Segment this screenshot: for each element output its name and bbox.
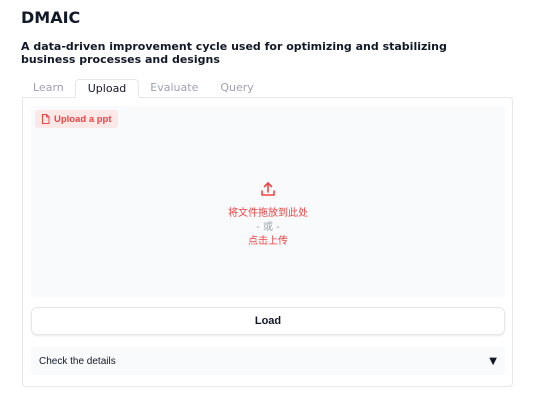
details-label: Check the details xyxy=(39,355,116,367)
app-subtitle: A data-driven improvement cycle used for… xyxy=(21,40,447,66)
upload-ppt-label: Upload a ppt xyxy=(54,113,112,125)
tab-learn[interactable]: Learn xyxy=(22,79,75,98)
upload-icon xyxy=(260,181,276,201)
click-to-upload-link[interactable]: 点击上传 xyxy=(248,235,288,249)
load-button[interactable]: Load xyxy=(31,307,505,335)
tab-bar: Learn Upload Evaluate Query xyxy=(22,79,265,98)
upload-panel: Upload a ppt 将文件拖放到此处 - 或 - 点击上传 Load Ch… xyxy=(22,97,513,387)
file-icon xyxy=(41,114,50,124)
drop-text: 将文件拖放到此处 xyxy=(228,208,308,219)
tab-evaluate[interactable]: Evaluate xyxy=(139,79,209,98)
upload-ppt-badge: Upload a ppt xyxy=(35,110,118,128)
drop-instructions[interactable]: 将文件拖放到此处 - 或 - 点击上传 xyxy=(31,181,505,249)
details-accordion[interactable]: Check the details ▼ xyxy=(31,347,505,375)
or-separator: - 或 - xyxy=(256,222,280,233)
app-title: DMAIC xyxy=(21,8,81,27)
tab-upload[interactable]: Upload xyxy=(74,79,140,98)
tab-query[interactable]: Query xyxy=(209,79,264,98)
caret-down-icon[interactable]: ▼ xyxy=(489,356,497,367)
file-dropzone[interactable]: Upload a ppt 将文件拖放到此处 - 或 - 点击上传 xyxy=(31,106,505,297)
